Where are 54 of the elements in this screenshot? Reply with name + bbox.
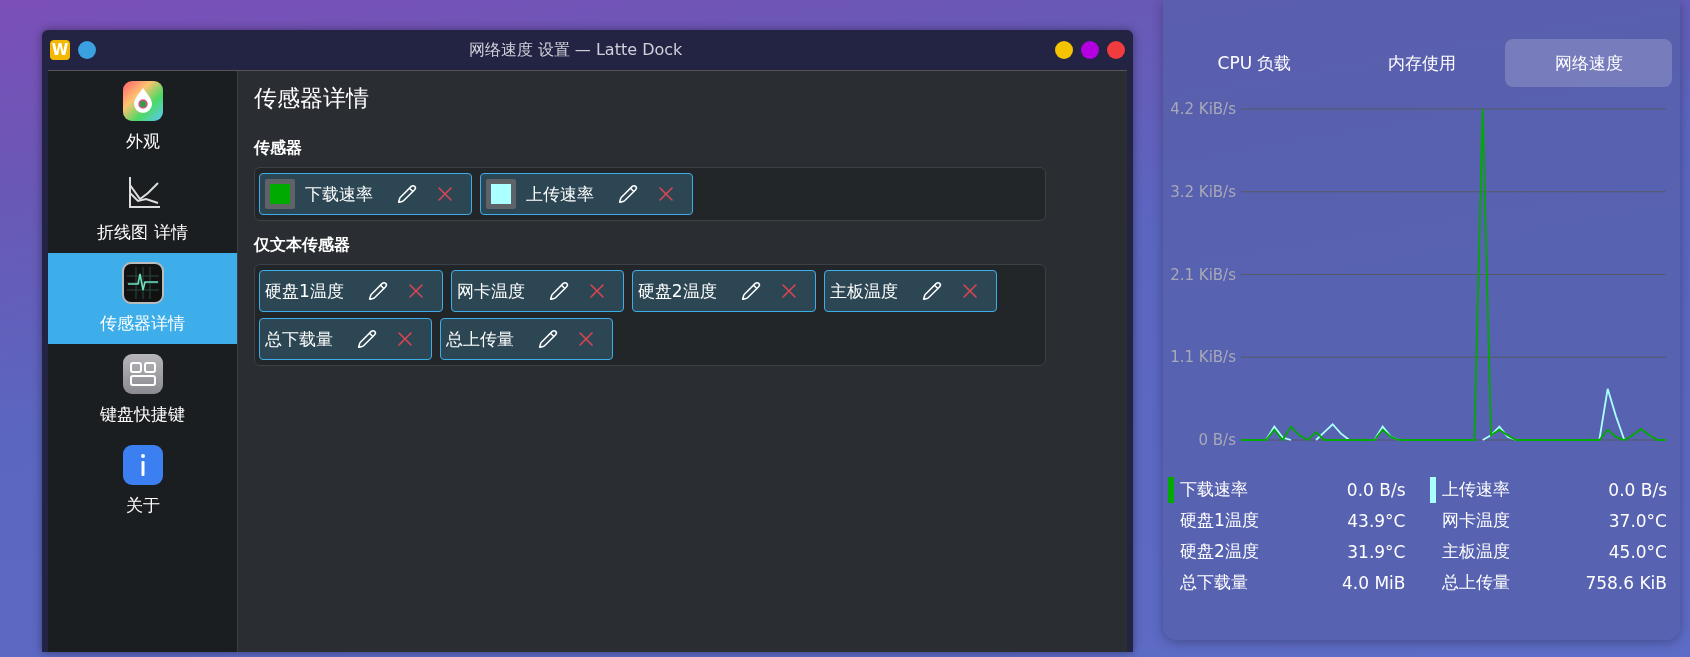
legend-value: 43.9°C bbox=[1347, 510, 1406, 531]
legend-label: 总上传量 bbox=[1441, 571, 1511, 594]
sidebar-item-label: 关于 bbox=[125, 494, 160, 517]
page-heading: 传感器详情 bbox=[254, 84, 370, 113]
sensor-chip[interactable]: 上传速率 bbox=[480, 173, 693, 215]
sensor-chip[interactable]: 网卡温度 bbox=[450, 270, 624, 312]
legend-value: 37.0°C bbox=[1608, 510, 1667, 531]
window-title: 网络速度 设置 — Latte Dock bbox=[467, 39, 684, 61]
axis-tick-label: 4.2 KiB/s bbox=[1170, 100, 1236, 118]
sensor-chip[interactable]: 下载速率 bbox=[259, 173, 472, 215]
sensor-label: 主板温度 bbox=[829, 279, 898, 303]
sidebar-item-label: 传感器详情 bbox=[100, 312, 185, 335]
sidebar-item[interactable]: 折线图 详情 bbox=[48, 162, 237, 253]
legend-value: 0.0 B/s bbox=[1608, 479, 1667, 500]
sensor-label: 总下载量 bbox=[265, 327, 333, 351]
sensor-chip[interactable]: 总下载量 bbox=[259, 318, 432, 360]
legend-label: 总下载量 bbox=[1180, 571, 1249, 594]
sidebar-item-label: 折线图 详情 bbox=[97, 221, 188, 244]
section-title: 仅文本传感器 bbox=[254, 235, 351, 256]
legend-value: 0.0 B/s bbox=[1346, 479, 1406, 500]
legend-value: 45.0°C bbox=[1608, 541, 1667, 562]
sensor-chip[interactable]: 硬盘1温度 bbox=[259, 270, 443, 312]
axis-tick-label: 1.1 KiB/s bbox=[1170, 348, 1236, 367]
sidebar-item-label: 键盘快捷键 bbox=[100, 403, 185, 426]
sensor-label: 下载速率 bbox=[305, 182, 373, 206]
legend-label: 上传速率 bbox=[1441, 478, 1511, 501]
legend-value: 758.6 KiB bbox=[1585, 572, 1667, 593]
axis-tick-label: 2.1 KiB/s bbox=[1170, 265, 1236, 284]
app-icon: W bbox=[50, 40, 70, 60]
sensor-label: 上传速率 bbox=[526, 182, 594, 206]
legend-label: 硬盘2温度 bbox=[1180, 540, 1260, 563]
legend-value: 31.9°C bbox=[1347, 541, 1406, 562]
legend-value: 4.0 MiB bbox=[1342, 572, 1406, 593]
legend-label: 网卡温度 bbox=[1441, 509, 1511, 532]
sensor-label: 硬盘2温度 bbox=[637, 279, 717, 303]
axis-tick-label: 0 B/s bbox=[1198, 431, 1236, 449]
sensor-label: 硬盘1温度 bbox=[265, 279, 344, 303]
legend-label: 硬盘1温度 bbox=[1180, 509, 1260, 532]
tab[interactable]: CPU 负载 bbox=[1171, 39, 1338, 87]
sensor-chip[interactable]: 总上传量 bbox=[440, 318, 613, 360]
sidebar-item-label: 外观 bbox=[125, 130, 160, 153]
tab[interactable]: 内存使用 bbox=[1338, 39, 1505, 87]
sidebar-item[interactable]: 键盘快捷键 bbox=[48, 344, 237, 435]
legend-label: 下载速率 bbox=[1180, 478, 1249, 501]
section-title: 传感器 bbox=[254, 138, 303, 159]
sidebar-item[interactable]: 外观 bbox=[48, 71, 237, 162]
tab[interactable]: 网络速度 bbox=[1505, 39, 1672, 87]
sensor-label: 总上传量 bbox=[446, 327, 514, 351]
sensor-chip[interactable]: 硬盘2温度 bbox=[631, 270, 816, 312]
sensor-label: 网卡温度 bbox=[456, 279, 525, 303]
sidebar-item[interactable]: 关于 bbox=[48, 435, 237, 526]
sensor-chip[interactable]: 主板温度 bbox=[823, 270, 997, 312]
legend-label: 主板温度 bbox=[1441, 540, 1511, 563]
axis-tick-label: 3.2 KiB/s bbox=[1170, 182, 1236, 201]
